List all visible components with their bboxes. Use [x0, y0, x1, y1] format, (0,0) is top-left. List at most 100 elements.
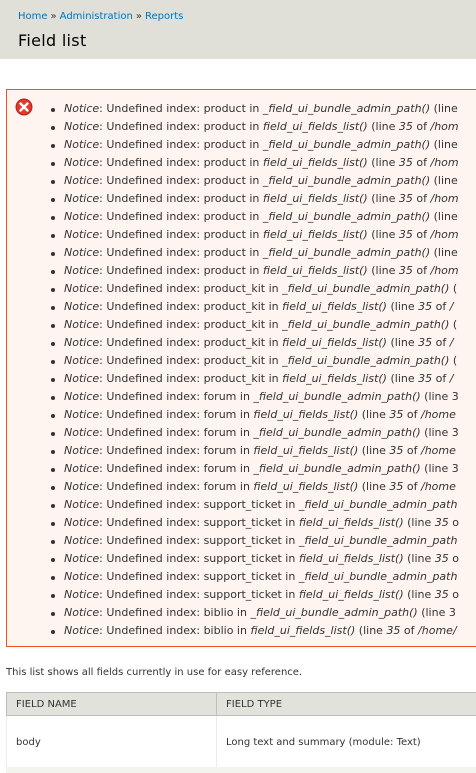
breadcrumb-separator: »	[50, 11, 57, 22]
bullet-icon	[51, 432, 55, 436]
notice-label: Notice	[64, 606, 100, 619]
notice-label: Notice	[64, 336, 100, 349]
message-text: : Undefined index: product_kit in	[99, 318, 283, 331]
message-text: : Undefined index: product in	[99, 174, 263, 187]
message-text: of	[412, 264, 431, 277]
message-item: Notice: Undefined index: support_ticket …	[47, 586, 459, 604]
notice-label: Notice	[64, 210, 100, 223]
bullet-icon	[51, 162, 55, 166]
line-number: 35	[434, 516, 449, 529]
message-text: (line	[430, 210, 458, 223]
notice-label: Notice	[64, 120, 100, 133]
function-name: _field_ui_bundle_admin_path()	[262, 138, 431, 151]
message-text: : Undefined index: forum in	[99, 390, 254, 403]
function-name: _field_ui_bundle_admin_path	[298, 498, 458, 511]
message-text: of	[403, 480, 421, 493]
message-text: o	[448, 588, 460, 601]
function-name: field_ui_fields_list()	[262, 264, 368, 277]
line-number: 35	[398, 156, 413, 169]
function-name: field_ui_fields_list()	[298, 552, 404, 565]
next-table-row	[6, 767, 476, 773]
message-item: Notice: Undefined index: support_ticket …	[47, 568, 459, 586]
message-text: (line 3	[420, 426, 459, 439]
file-path: /home	[421, 444, 456, 457]
message-text: : Undefined index: support_ticket in	[99, 534, 299, 547]
bullet-icon	[51, 450, 55, 454]
message-text: : Undefined index: forum in	[99, 462, 254, 475]
bullet-icon	[51, 360, 55, 364]
file-path: /home	[421, 480, 456, 493]
notice-label: Notice	[64, 174, 100, 187]
notice-label: Notice	[64, 228, 100, 241]
notice-label: Notice	[64, 534, 100, 547]
bullet-icon	[51, 144, 55, 148]
fields-table: FIELD NAME FIELD TYPE body Long text and…	[6, 692, 476, 769]
breadcrumb-home-link[interactable]: Home	[18, 11, 48, 22]
message-text: (line	[403, 516, 435, 529]
file-path: /hom	[430, 192, 459, 205]
function-name: field_ui_fields_list()	[298, 516, 404, 529]
bullet-icon	[51, 252, 55, 256]
notice-label: Notice	[64, 570, 100, 583]
bullet-icon	[51, 126, 55, 130]
message-item: Notice: Undefined index: product in fiel…	[47, 154, 459, 172]
message-text: (line	[367, 192, 399, 205]
message-text: (	[449, 354, 458, 367]
function-name: _field_ui_bundle_admin_path	[298, 570, 458, 583]
notice-label: Notice	[64, 246, 100, 259]
line-number: 35	[434, 588, 449, 601]
table-row: body Long text and summary (module: Text…	[6, 715, 476, 769]
message-text: of	[400, 624, 419, 637]
message-text: : Undefined index: support_ticket in	[99, 588, 299, 601]
message-item: Notice: Undefined index: support_ticket …	[47, 496, 459, 514]
message-text: : Undefined index: support_ticket in	[99, 516, 299, 529]
function-name: field_ui_fields_list()	[262, 228, 368, 241]
bullet-icon	[51, 558, 55, 562]
message-item: Notice: Undefined index: support_ticket …	[47, 550, 459, 568]
message-text: of	[412, 156, 431, 169]
message-text: o	[448, 552, 460, 565]
function-name: _field_ui_bundle_admin_path()	[262, 210, 431, 223]
line-number: 35	[386, 624, 401, 637]
function-name: _field_ui_bundle_admin_path()	[262, 174, 431, 187]
bullet-icon	[51, 288, 55, 292]
line-number: 35	[389, 444, 404, 457]
message-text: : Undefined index: product in	[99, 192, 263, 205]
bullet-icon	[51, 324, 55, 328]
breadcrumb-separator: »	[135, 11, 142, 22]
message-text: (line	[430, 138, 458, 151]
message-item: Notice: Undefined index: forum in _field…	[47, 460, 459, 478]
bullet-icon	[51, 540, 55, 544]
line-number: 35	[398, 120, 413, 133]
notice-label: Notice	[64, 156, 100, 169]
breadcrumb-administration-link[interactable]: Administration	[60, 11, 133, 22]
message-text: : Undefined index: product in	[99, 156, 263, 169]
function-name: field_ui_fields_list()	[282, 372, 387, 385]
bullet-icon	[51, 612, 55, 616]
notice-label: Notice	[64, 264, 100, 277]
message-text: : Undefined index: product in	[99, 264, 263, 277]
message-text: : Undefined index: biblio in	[99, 606, 251, 619]
error-messages: Notice: Undefined index: product in _fie…	[6, 89, 476, 647]
message-text: (line	[367, 156, 399, 169]
notice-label: Notice	[64, 624, 100, 637]
file-path: /	[449, 300, 454, 313]
message-item: Notice: Undefined index: product in _fie…	[47, 244, 459, 262]
message-text: : Undefined index: product in	[99, 210, 263, 223]
message-text: of	[432, 372, 450, 385]
breadcrumb-reports-link[interactable]: Reports	[145, 11, 183, 22]
message-item: Notice: Undefined index: forum in field_…	[47, 406, 459, 424]
message-item: Notice: Undefined index: product in fiel…	[47, 226, 459, 244]
message-text: (	[449, 318, 458, 331]
message-text: : Undefined index: forum in	[99, 480, 254, 493]
function-name: _field_ui_bundle_admin_path()	[262, 246, 431, 259]
message-text: (line	[358, 408, 390, 421]
message-item: Notice: Undefined index: product_kit in …	[47, 316, 459, 334]
message-text: : Undefined index: product in	[99, 228, 263, 241]
message-text: (line	[367, 120, 399, 133]
message-item: Notice: Undefined index: product_kit in …	[47, 298, 459, 316]
line-number: 35	[418, 300, 433, 313]
message-text: (line 3	[417, 606, 456, 619]
message-item: Notice: Undefined index: product in _fie…	[47, 136, 459, 154]
message-text: : Undefined index: support_ticket in	[99, 498, 299, 511]
